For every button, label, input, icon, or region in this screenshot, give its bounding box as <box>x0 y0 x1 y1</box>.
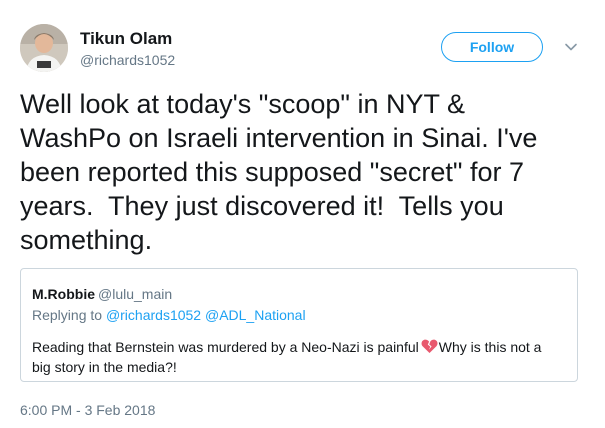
quoted-author-name: M.Robbie <box>32 286 95 302</box>
quoted-tweet[interactable]: M.Robbie @lulu_main Replying to @richards… <box>20 268 578 382</box>
author-names: Tikun Olam @richards1052 <box>80 29 175 69</box>
tweet-card: Tikun Olam @richards1052 Follow Well loo… <box>0 0 605 428</box>
mention-link[interactable]: @ADL_National <box>205 307 306 323</box>
quoted-replying-to: Replying to @richards1052 @ADL_National <box>32 306 306 324</box>
tweet-text: Well look at today's "scoop" in NYT & Wa… <box>20 89 538 255</box>
quoted-tweet-text: Reading that Bernstein was murdered by a… <box>32 337 562 377</box>
author-handle[interactable]: @richards1052 <box>80 51 175 69</box>
author-display-name[interactable]: Tikun Olam <box>80 29 175 49</box>
profile-photo-icon <box>20 24 68 72</box>
mention-link[interactable]: @richards1052 <box>106 307 201 323</box>
quoted-text-part: Reading that Bernstein was murdered by a… <box>32 339 419 355</box>
follow-button[interactable]: Follow <box>441 32 543 62</box>
avatar[interactable] <box>20 24 68 72</box>
quoted-tweet-header: M.Robbie @lulu_main <box>32 285 172 303</box>
tweet-timestamp[interactable]: 6:00 PM - 3 Feb 2018 <box>20 401 155 419</box>
broken-heart-icon <box>421 339 438 353</box>
replying-prefix: Replying to <box>32 307 103 323</box>
chevron-down-icon[interactable] <box>564 40 578 54</box>
tweet-header: Tikun Olam @richards1052 Follow <box>20 24 585 76</box>
quoted-author-handle: @lulu_main <box>98 286 173 302</box>
